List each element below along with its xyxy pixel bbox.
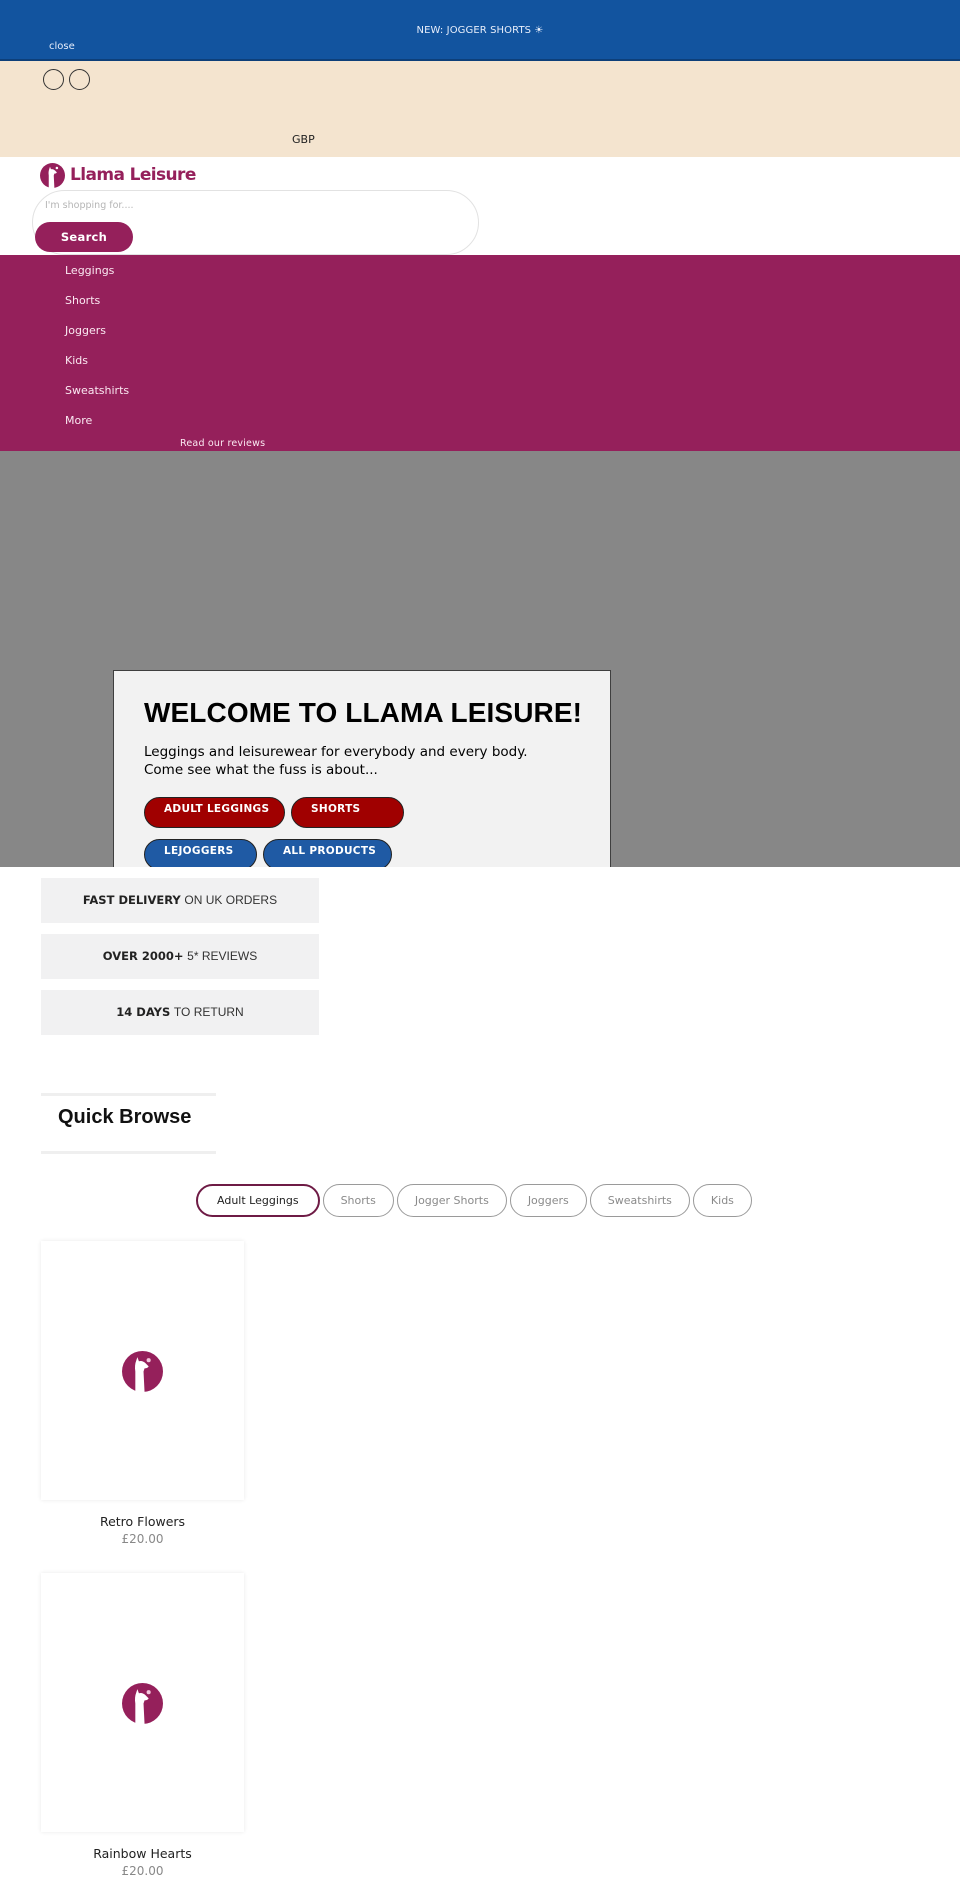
nav-item-more[interactable]: More bbox=[65, 414, 92, 427]
tab-shorts[interactable]: Shorts bbox=[322, 1184, 394, 1217]
cart-icon[interactable] bbox=[69, 69, 90, 90]
all-products-button[interactable]: ALL PRODUCTS bbox=[263, 839, 392, 867]
read-reviews-link[interactable]: Read our reviews bbox=[180, 438, 265, 449]
usp-rest: TO RETURN bbox=[173, 1005, 244, 1019]
hero-banner: WELCOME TO LLAMA LEISURE! Leggings and l… bbox=[0, 451, 960, 867]
search-input[interactable] bbox=[45, 200, 445, 211]
account-icon[interactable] bbox=[43, 69, 64, 90]
divider bbox=[41, 1093, 216, 1096]
nav-item-kids[interactable]: Kids bbox=[65, 354, 88, 367]
llama-logo-icon bbox=[40, 162, 65, 188]
product-name[interactable]: Retro Flowers bbox=[41, 1514, 244, 1529]
search-button[interactable]: Search bbox=[35, 222, 133, 252]
usp-rest: ON UK ORDERS bbox=[184, 893, 278, 907]
nav-item-joggers[interactable]: Joggers bbox=[65, 324, 106, 337]
hero-card: WELCOME TO LLAMA LEISURE! Leggings and l… bbox=[113, 670, 611, 867]
brand-logo[interactable]: Llama Leisure bbox=[40, 161, 196, 189]
nav-item-leggings[interactable]: Leggings bbox=[65, 264, 114, 277]
nav-item-sweatshirts[interactable]: Sweatshirts bbox=[65, 384, 129, 397]
lejoggers-button[interactable]: LEJOGGERS bbox=[144, 839, 257, 867]
shorts-button[interactable]: SHORTS bbox=[291, 797, 404, 828]
search-form: Search bbox=[32, 190, 479, 255]
tab-sweatshirts[interactable]: Sweatshirts bbox=[589, 1184, 690, 1217]
product-card: Rainbow Hearts £20.00 bbox=[41, 1573, 244, 1878]
usp-bold: FAST DELIVERY bbox=[82, 893, 181, 907]
llama-placeholder-icon bbox=[122, 1351, 163, 1392]
utility-bar: GBP bbox=[0, 61, 960, 157]
quick-browse-tabs: Adult Leggings Shorts Jogger Shorts Jogg… bbox=[196, 1184, 752, 1217]
tab-joggers[interactable]: Joggers bbox=[509, 1184, 587, 1217]
divider bbox=[41, 1151, 216, 1154]
llama-placeholder-icon bbox=[122, 1683, 163, 1724]
announcement-bar: NEW: JOGGER SHORTS ☀ close bbox=[0, 0, 960, 61]
hero-subtitle-line-1: Leggings and leisurewear for everybody a… bbox=[144, 744, 528, 760]
product-card: Retro Flowers £20.00 bbox=[41, 1241, 244, 1546]
announcement-close-button[interactable]: close bbox=[49, 41, 75, 52]
usp-rest: 5* REVIEWS bbox=[187, 949, 258, 963]
tab-kids[interactable]: Kids bbox=[692, 1184, 752, 1217]
hero-subtitle-line-2: Come see what the fuss is about... bbox=[144, 762, 378, 778]
hero-subtitle: Leggings and leisurewear for everybody a… bbox=[144, 743, 528, 779]
currency-selector[interactable]: GBP bbox=[292, 133, 315, 146]
quick-browse-title: Quick Browse bbox=[58, 1106, 192, 1128]
usp-bold: OVER 2000+ bbox=[102, 949, 184, 963]
brand-name: Llama Leisure bbox=[70, 165, 196, 185]
hero-title: WELCOME TO LLAMA LEISURE! bbox=[144, 697, 583, 728]
tab-adult-leggings[interactable]: Adult Leggings bbox=[196, 1184, 320, 1217]
usp-fast-delivery: FAST DELIVERY ON UK ORDERS bbox=[41, 878, 319, 923]
main-nav: Leggings Shorts Joggers Kids Sweatshirts… bbox=[0, 255, 960, 451]
site-header: Llama Leisure Search bbox=[0, 157, 960, 255]
adult-leggings-button[interactable]: ADULT LEGGINGS bbox=[144, 797, 285, 828]
usp-bold: 14 DAYS bbox=[116, 1005, 171, 1019]
usp-returns: 14 DAYS TO RETURN bbox=[41, 990, 319, 1035]
product-image[interactable] bbox=[41, 1573, 244, 1832]
usp-reviews: OVER 2000+ 5* REVIEWS bbox=[41, 934, 319, 979]
product-image[interactable] bbox=[41, 1241, 244, 1500]
product-name[interactable]: Rainbow Hearts bbox=[41, 1846, 244, 1861]
product-price: £20.00 bbox=[121, 1864, 164, 1878]
product-price: £20.00 bbox=[121, 1532, 164, 1546]
nav-item-shorts[interactable]: Shorts bbox=[65, 294, 100, 307]
tab-jogger-shorts[interactable]: Jogger Shorts bbox=[396, 1184, 507, 1217]
announcement-text[interactable]: NEW: JOGGER SHORTS ☀ bbox=[0, 25, 960, 36]
